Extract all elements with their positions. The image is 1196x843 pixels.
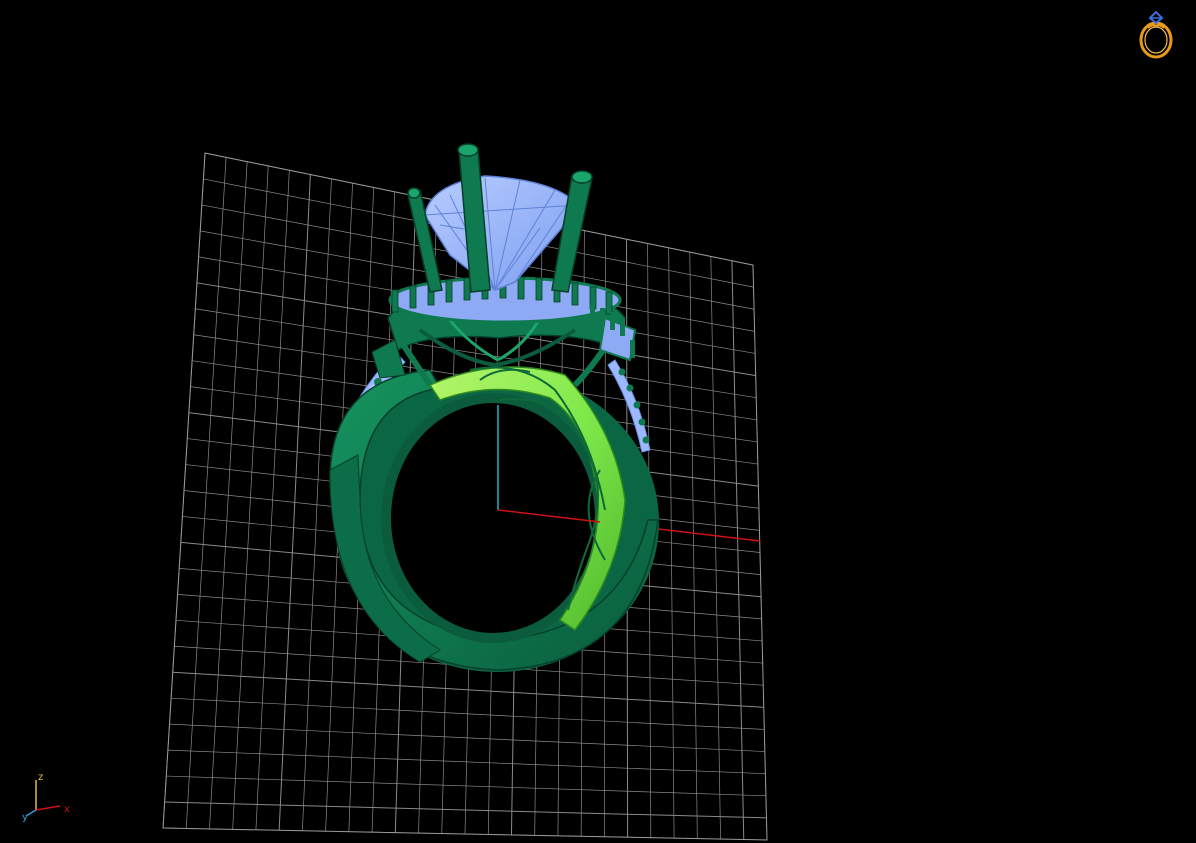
triad-z-label: z (38, 772, 43, 783)
ring-icon[interactable] (1134, 8, 1178, 62)
ring-model[interactable] (329, 143, 659, 672)
scene-canvas[interactable] (0, 0, 1196, 843)
axis-orientation-triad: z x y (22, 772, 70, 822)
3d-viewport[interactable]: z x y (0, 0, 1196, 843)
triad-x-label: x (64, 804, 70, 815)
triad-y-label: y (22, 812, 28, 822)
grid-line-vertical (710, 256, 721, 840)
triad-x-axis (35, 805, 61, 811)
grid-line-vertical (731, 260, 745, 840)
